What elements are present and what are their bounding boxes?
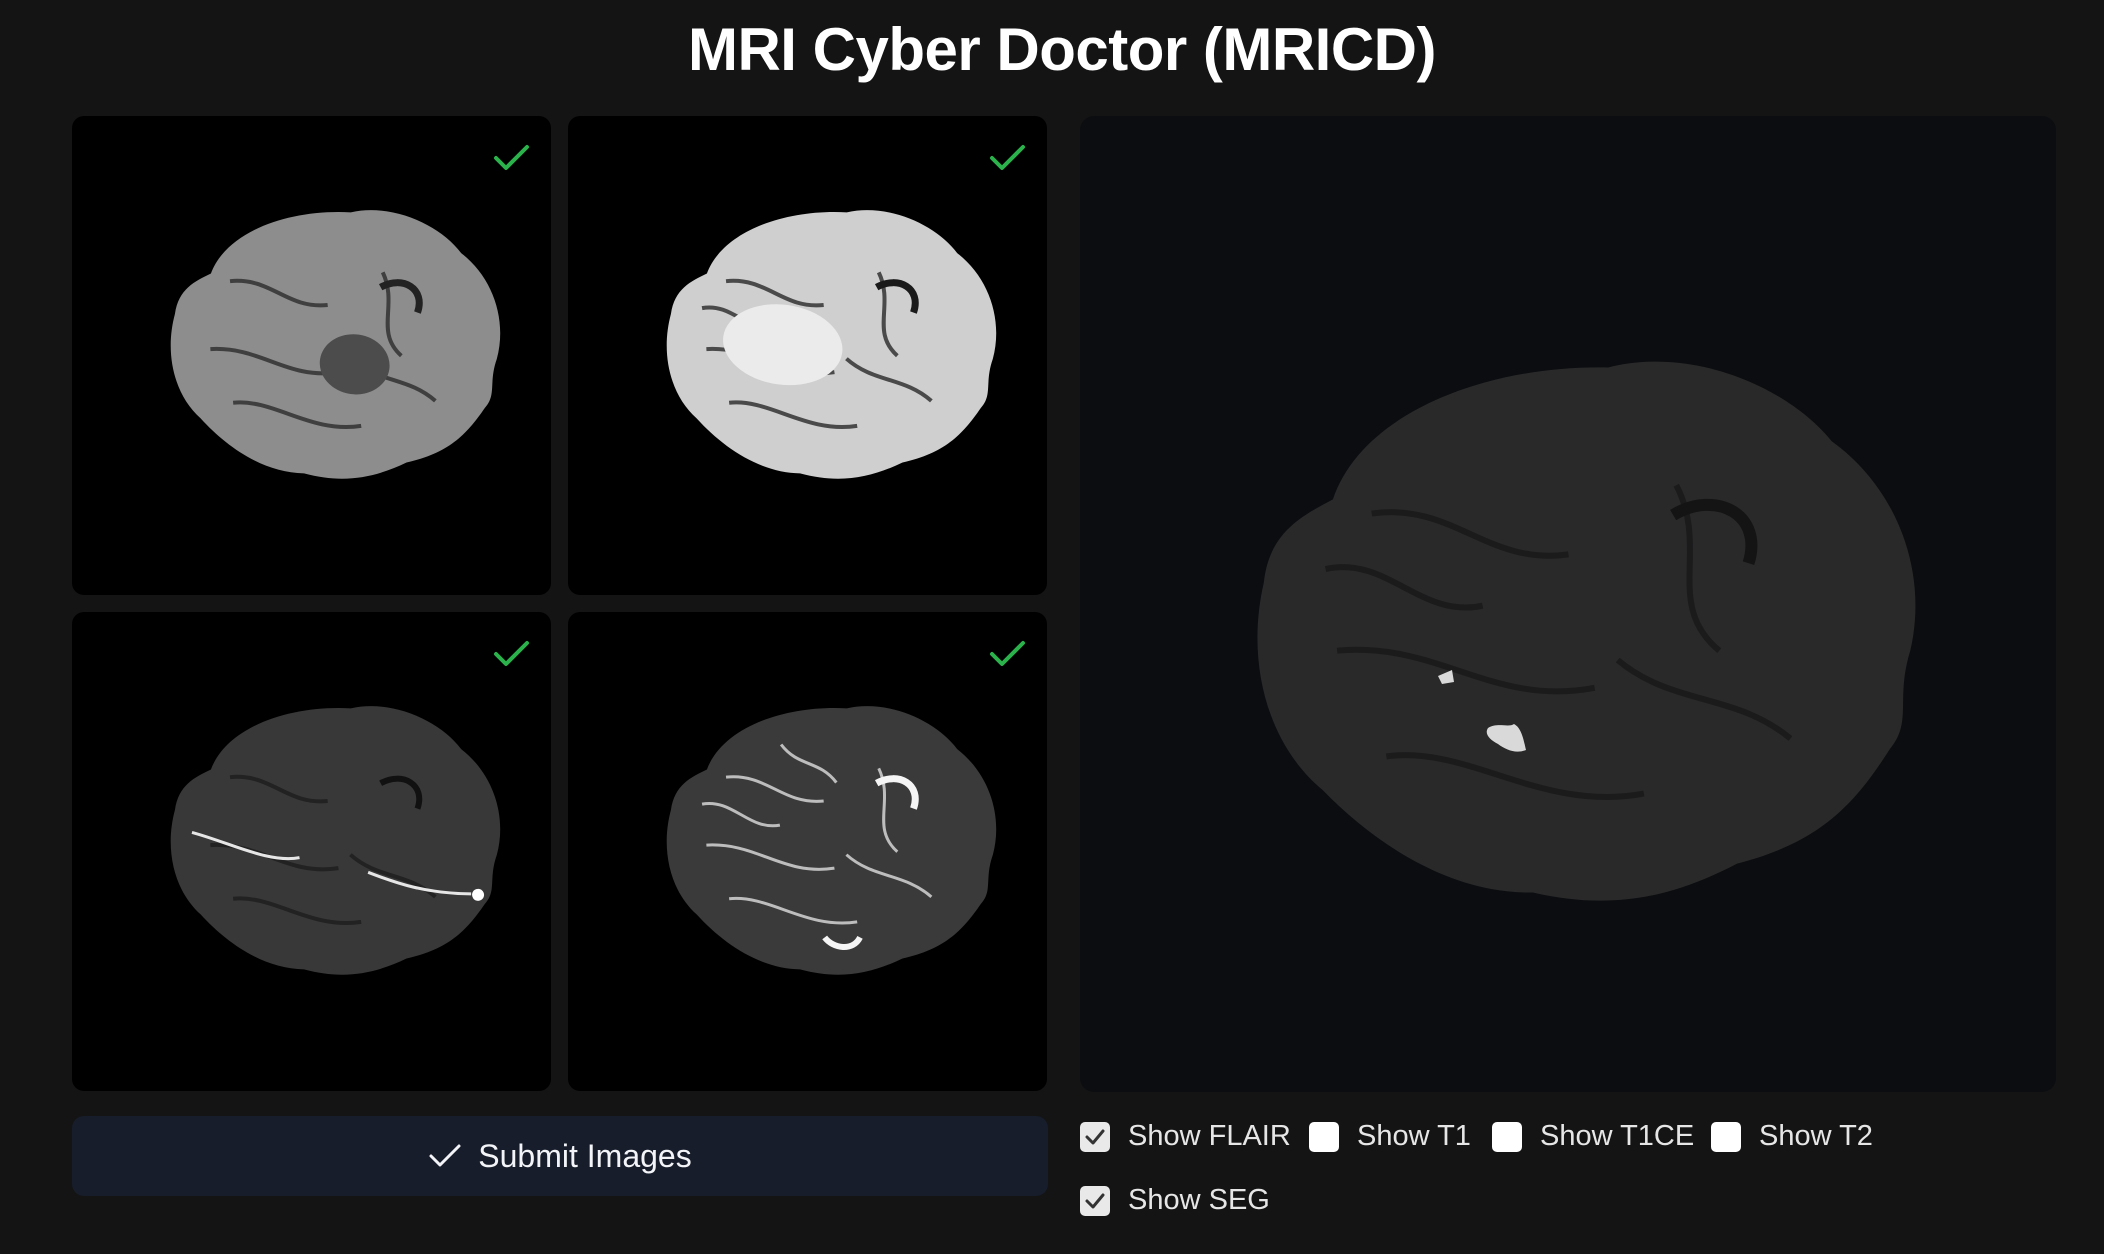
t2-brain-image: [650, 679, 1012, 996]
check-icon: [429, 1144, 461, 1167]
submit-images-label: Submit Images: [478, 1137, 692, 1174]
app-title: MRI Cyber Doctor (MRICD): [688, 16, 1437, 83]
mri-viewer[interactable]: [1080, 116, 2056, 1092]
show-flair-checkbox[interactable]: Show FLAIR: [1080, 1120, 1291, 1153]
show-t2-checkbox[interactable]: Show T2: [1711, 1120, 1873, 1153]
flair-seg-overlay-image: [1232, 321, 1940, 932]
checkmark-icon: [1085, 1193, 1105, 1208]
show-flair-label: Show FLAIR: [1128, 1120, 1291, 1152]
t1-brain-image: [650, 183, 1012, 500]
checkbox-unchecked[interactable]: [1309, 1121, 1339, 1152]
show-t1ce-label: Show T1CE: [1540, 1120, 1695, 1152]
show-t1-checkbox[interactable]: Show T1: [1309, 1120, 1471, 1153]
upload-slot-t1[interactable]: [568, 116, 1047, 595]
submit-images-button[interactable]: Submit Images: [72, 1116, 1048, 1196]
show-t1-label: Show T1: [1357, 1120, 1471, 1152]
uploaded-check-icon: [990, 145, 1025, 170]
uploaded-check-icon: [494, 145, 529, 170]
checkbox-unchecked[interactable]: [1492, 1121, 1522, 1152]
checkbox-unchecked[interactable]: [1711, 1121, 1741, 1152]
show-seg-checkbox[interactable]: Show SEG: [1080, 1184, 1270, 1217]
upload-slot-t2[interactable]: [568, 612, 1047, 1091]
show-t1ce-checkbox[interactable]: Show T1CE: [1492, 1120, 1694, 1153]
checkbox-checked[interactable]: [1080, 1121, 1110, 1152]
t1ce-brain-image: [154, 679, 516, 996]
flair-brain-image: [154, 183, 516, 500]
show-seg-label: Show SEG: [1128, 1184, 1270, 1216]
show-t2-label: Show T2: [1759, 1120, 1873, 1152]
checkmark-icon: [1085, 1129, 1105, 1144]
upload-slot-flair[interactable]: [72, 116, 551, 595]
uploaded-check-icon: [494, 641, 529, 666]
upload-slot-t1ce[interactable]: [72, 612, 551, 1091]
checkbox-checked[interactable]: [1080, 1185, 1110, 1216]
uploaded-check-icon: [990, 641, 1025, 666]
